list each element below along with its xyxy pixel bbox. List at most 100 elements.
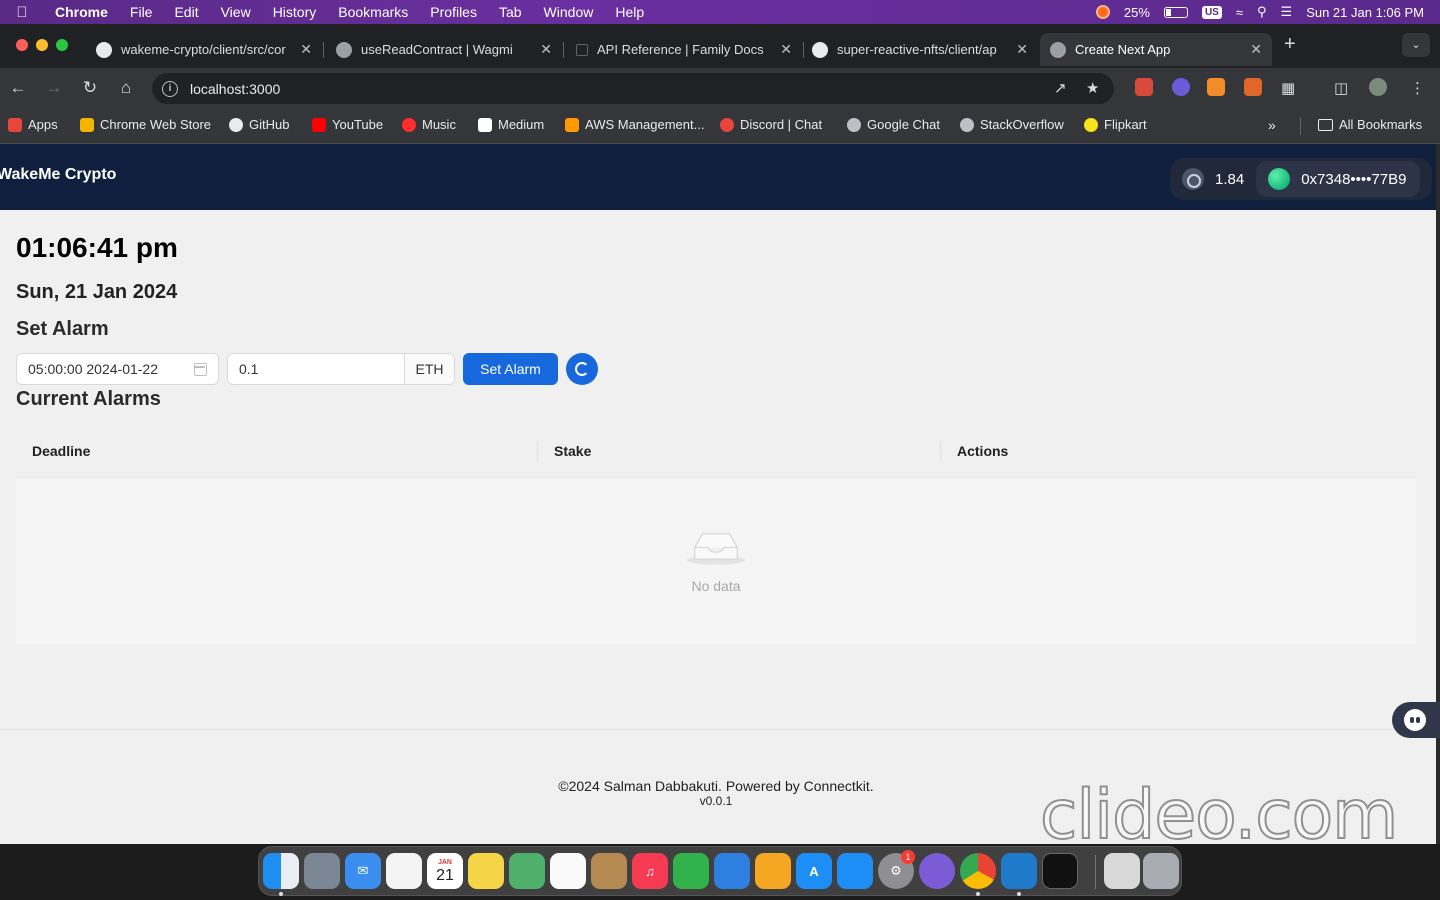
music-icon[interactable]: ♫: [632, 853, 668, 889]
tab-wagmi[interactable]: useReadContract | Wagmi ✕: [326, 33, 562, 66]
pages-icon[interactable]: [755, 853, 791, 889]
page-scrollbar[interactable]: [1436, 144, 1440, 844]
deadline-value[interactable]: 05:00:00 2024-01-22: [28, 361, 158, 377]
reload-icon[interactable]: ↻: [80, 78, 100, 98]
calendar-month: JAN: [437, 858, 452, 866]
menu-app-name[interactable]: Chrome: [44, 4, 119, 20]
set-alarm-button[interactable]: Set Alarm: [463, 353, 558, 385]
input-source-icon[interactable]: US: [1201, 5, 1222, 19]
apple-menu-icon[interactable]: : [0, 4, 44, 21]
column-actions: Actions: [957, 443, 1009, 459]
bookmark-google-chat[interactable]: Google Chat: [847, 117, 940, 132]
tab-close-icon[interactable]: ✕: [1016, 41, 1028, 58]
tab-create-next-app[interactable]: Create Next App ✕: [1040, 33, 1272, 66]
maps-icon[interactable]: [509, 853, 545, 889]
bookmark-medium[interactable]: Medium: [478, 117, 544, 132]
calendar-icon[interactable]: JAN 21: [427, 853, 463, 889]
wallet-balance[interactable]: 1.84: [1170, 158, 1256, 200]
extension-purple-icon[interactable]: [1172, 78, 1190, 96]
bookmark-discord[interactable]: Discord | Chat: [720, 117, 822, 132]
bookmark-apps[interactable]: Apps: [8, 117, 58, 132]
screen-record-icon[interactable]: [1095, 5, 1110, 19]
connectkit-wallet-button[interactable]: 1.84 0x7348••••77B9: [1170, 158, 1432, 200]
github-desktop-icon[interactable]: [919, 853, 955, 889]
menu-view[interactable]: View: [210, 4, 262, 20]
docker-icon[interactable]: [837, 853, 873, 889]
extension-red-icon[interactable]: [1135, 78, 1153, 96]
profile-avatar[interactable]: [1369, 78, 1387, 96]
menu-history[interactable]: History: [262, 4, 328, 20]
bookmark-chrome-web-store[interactable]: Chrome Web Store: [80, 117, 211, 132]
refresh-button[interactable]: [566, 353, 598, 385]
control-center-icon[interactable]: ☰: [1281, 4, 1293, 20]
site-info-icon[interactable]: i: [162, 80, 178, 97]
floating-assistant-button[interactable]: [1392, 702, 1440, 738]
tab-close-icon[interactable]: ✕: [1250, 41, 1262, 58]
extensions-puzzle-icon[interactable]: ▦: [1281, 79, 1295, 97]
menu-profiles[interactable]: Profiles: [419, 4, 488, 20]
chrome-icon[interactable]: [960, 853, 996, 889]
side-panel-icon[interactable]: ◫: [1334, 79, 1348, 97]
reminders-icon[interactable]: [386, 853, 422, 889]
bookmark-label: Flipkart: [1104, 117, 1147, 132]
window-close-icon[interactable]: [16, 39, 28, 51]
bookmark-youtube[interactable]: YouTube: [312, 117, 383, 132]
spotlight-search-icon[interactable]: ⚲: [1257, 4, 1267, 20]
photos-icon[interactable]: [550, 853, 586, 889]
bookmark-github[interactable]: GitHub: [229, 117, 289, 132]
menu-clock[interactable]: Sun 21 Jan 1:06 PM: [1306, 5, 1424, 20]
all-bookmarks-button[interactable]: All Bookmarks: [1318, 117, 1422, 132]
vscode-icon[interactable]: [1001, 853, 1037, 889]
menu-window[interactable]: Window: [533, 4, 605, 20]
downloads-stack-icon[interactable]: [1104, 853, 1140, 889]
menu-file[interactable]: File: [119, 4, 164, 20]
trash-icon[interactable]: [1143, 853, 1179, 889]
extension-off-icon[interactable]: [1244, 78, 1262, 96]
app-brand[interactable]: WakeMe Crypto: [0, 166, 116, 184]
numbers-icon[interactable]: [673, 853, 709, 889]
tab-close-icon[interactable]: ✕: [540, 41, 552, 58]
calendar-icon[interactable]: [194, 363, 207, 376]
tab-family-docs[interactable]: API Reference | Family Docs ✕: [566, 33, 802, 66]
new-tab-icon[interactable]: +: [1284, 33, 1296, 56]
address-url[interactable]: localhost:3000: [190, 81, 280, 97]
tab-wakeme-crypto[interactable]: wakeme-crypto/client/src/cor ✕: [86, 33, 322, 66]
bookmarks-overflow-icon[interactable]: »: [1268, 117, 1276, 133]
address-bar[interactable]: i localhost:3000: [152, 73, 1114, 104]
terminal-icon[interactable]: [1042, 853, 1078, 889]
tab-close-icon[interactable]: ✕: [300, 41, 312, 58]
window-minimize-icon[interactable]: [36, 39, 48, 51]
wifi-icon[interactable]: ≈: [1236, 5, 1243, 20]
contacts-icon[interactable]: [591, 853, 627, 889]
tab-close-icon[interactable]: ✕: [780, 41, 792, 58]
home-icon[interactable]: ⌂: [116, 78, 136, 98]
tab-search-icon[interactable]: ⌄: [1402, 33, 1430, 57]
bookmark-stackoverflow[interactable]: StackOverflow: [960, 117, 1064, 132]
menu-edit[interactable]: Edit: [163, 4, 209, 20]
keynote-icon[interactable]: [714, 853, 750, 889]
open-in-new-icon[interactable]: ↗: [1054, 79, 1067, 97]
stake-amount-input[interactable]: 0.1 ETH: [227, 353, 455, 385]
battery-icon[interactable]: [1163, 6, 1188, 18]
bookmark-flipkart[interactable]: Flipkart: [1084, 117, 1147, 132]
mail-icon[interactable]: ✉: [345, 853, 381, 889]
menu-help[interactable]: Help: [604, 4, 655, 20]
bookmark-star-icon[interactable]: ★: [1086, 79, 1099, 97]
launchpad-icon[interactable]: [304, 853, 340, 889]
menu-tab[interactable]: Tab: [488, 4, 533, 20]
stake-value[interactable]: 0.1: [228, 361, 404, 377]
tab-super-reactive-nfts[interactable]: super-reactive-nfts/client/ap ✕: [802, 33, 1038, 66]
forward-icon[interactable]: →: [44, 78, 64, 98]
deadline-datetime-picker[interactable]: 05:00:00 2024-01-22: [16, 353, 219, 385]
menu-bookmarks[interactable]: Bookmarks: [327, 4, 419, 20]
app-store-icon[interactable]: A: [796, 853, 832, 889]
back-icon[interactable]: ←: [8, 78, 28, 98]
bookmark-aws[interactable]: AWS Management...: [565, 117, 704, 132]
metamask-icon[interactable]: [1207, 78, 1225, 96]
wallet-address-pill[interactable]: 0x7348••••77B9: [1256, 161, 1421, 197]
bookmark-music[interactable]: Music: [402, 117, 456, 132]
chrome-menu-icon[interactable]: ⋮: [1410, 79, 1425, 97]
notes-icon[interactable]: [468, 853, 504, 889]
finder-icon[interactable]: [263, 853, 299, 889]
window-zoom-icon[interactable]: [56, 39, 68, 51]
